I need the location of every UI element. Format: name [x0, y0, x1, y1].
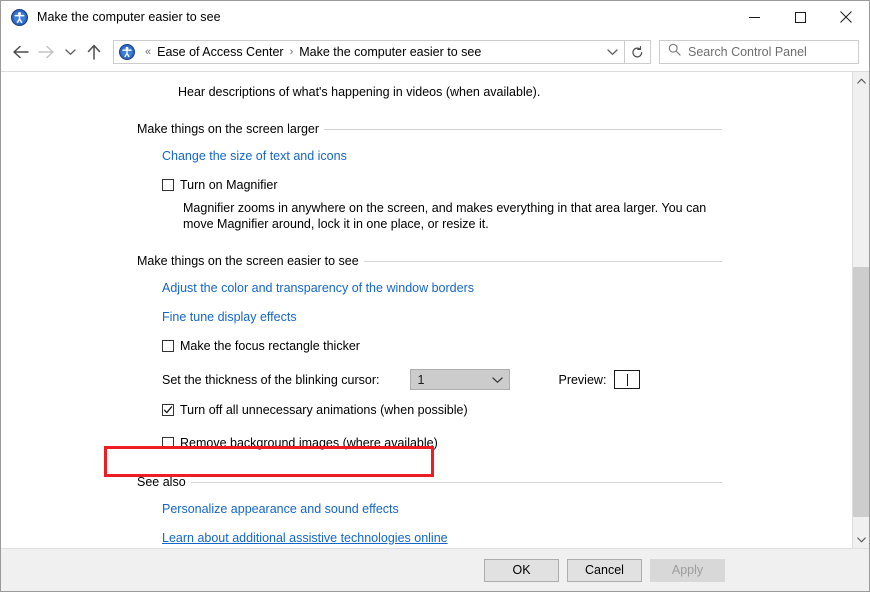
cursor-thickness-label: Set the thickness of the blinking cursor… [162, 372, 380, 387]
refresh-button[interactable] [625, 40, 651, 64]
cursor-preview-box [614, 370, 641, 389]
settings-panel: Hear descriptions of what's happening in… [1, 72, 852, 548]
checkbox-row-turn-on-magnifier[interactable]: Turn on Magnifier [162, 178, 722, 193]
ok-button[interactable]: OK [484, 558, 559, 582]
cursor-preview-label: Preview: [558, 372, 607, 387]
window-title: Make the computer easier to see [37, 10, 221, 24]
cursor-caret [626, 373, 628, 386]
breadcrumb-separator-icon[interactable]: › [285, 46, 299, 58]
up-button[interactable] [81, 37, 107, 67]
section-title: Make things on the screen easier to see [137, 254, 359, 268]
row-blinking-cursor-thickness: Set the thickness of the blinking cursor… [162, 369, 722, 390]
breadcrumb-item-ease-of-access-center[interactable]: Ease of Access Center [156, 45, 284, 59]
row-fine-tune-display-effects: Fine tune display effects [162, 308, 722, 326]
cursor-thickness-dropdown[interactable]: 1 [410, 369, 511, 390]
apply-button[interactable]: Apply [650, 558, 725, 582]
checkbox-label: Turn off all unnecessary animations (whe… [180, 403, 468, 417]
search-icon [668, 43, 681, 61]
checkbox-row-remove-background-images[interactable]: Remove background images (where availabl… [162, 436, 722, 451]
minimize-button[interactable] [731, 1, 777, 33]
audio-description-text: Hear descriptions of what's happening in… [178, 85, 541, 99]
row-learn-assistive-technologies: Learn about additional assistive technol… [162, 529, 722, 547]
vertical-scrollbar[interactable] [852, 72, 869, 548]
row-adjust-color-transparency: Adjust the color and transparency of the… [162, 279, 722, 297]
link-change-the-size-of-text-and-icons[interactable]: Change the size of text and icons [162, 149, 347, 163]
cancel-button[interactable]: Cancel [567, 558, 642, 582]
checkbox-label: Turn on Magnifier [180, 178, 278, 192]
dialog-footer: OK Cancel Apply [1, 548, 869, 591]
row-change-size-of-text: Change the size of text and icons [162, 147, 722, 165]
checkbox-row-turn-off-animations[interactable]: Turn off all unnecessary animations (whe… [162, 403, 722, 418]
section-divider [363, 260, 722, 262]
scroll-up-button[interactable] [853, 72, 870, 89]
address-ease-of-access-icon [119, 44, 135, 60]
checkbox-label: Remove background images (where availabl… [180, 436, 438, 450]
control-panel-window: Make the computer easier to see « Ease o… [0, 0, 870, 592]
breadcrumb-item-make-the-computer-easier-to-see[interactable]: Make the computer easier to see [298, 45, 482, 59]
section-title: See also [137, 475, 186, 489]
section-header: Make things on the screen easier to see [137, 254, 722, 268]
magnifier-description: Magnifier zooms in anywhere on the scree… [183, 201, 707, 231]
recent-locations-button[interactable] [59, 37, 81, 67]
ease-of-access-icon [11, 8, 28, 26]
link-learn-about-additional-assistive-technologies-online[interactable]: Learn about additional assistive technol… [162, 531, 448, 545]
checkbox-make-the-focus-rectangle-thicker[interactable] [162, 340, 174, 352]
search-box[interactable] [659, 40, 859, 64]
content-area: Hear descriptions of what's happening in… [1, 71, 869, 548]
scrollbar-track[interactable] [852, 89, 869, 531]
section-make-things-easier-to-see: Make things on the screen easier to see … [104, 254, 722, 477]
forward-button[interactable] [33, 37, 59, 67]
row-personalize-appearance: Personalize appearance and sound effects [162, 500, 722, 518]
checkbox-turn-off-all-unnecessary-animations[interactable] [162, 404, 174, 416]
close-button[interactable] [823, 1, 869, 33]
checkbox-remove-background-images[interactable] [162, 437, 174, 449]
section-header: Make things on the screen larger [137, 122, 722, 136]
checkbox-turn-on-magnifier[interactable] [162, 179, 174, 191]
section-see-also: See also Personalize appearance and soun… [137, 475, 722, 547]
chevron-down-icon [492, 371, 504, 389]
link-fine-tune-display-effects[interactable]: Fine tune display effects [162, 310, 297, 324]
checkbox-row-make-focus-rectangle-thicker[interactable]: Make the focus rectangle thicker [162, 339, 722, 354]
cursor-thickness-value: 1 [417, 372, 425, 387]
section-divider [324, 128, 722, 130]
scrollbar-thumb[interactable] [852, 267, 869, 517]
navigation-bar: « Ease of Access Center › Make the compu… [1, 33, 869, 71]
window-controls [731, 1, 869, 33]
back-button[interactable] [7, 37, 33, 67]
chevron-down-icon[interactable] [600, 41, 624, 63]
search-input[interactable] [688, 45, 858, 59]
title-bar: Make the computer easier to see [1, 1, 869, 33]
scroll-down-button[interactable] [853, 531, 870, 548]
section-header: See also [137, 475, 722, 489]
checkbox-label: Make the focus rectangle thicker [180, 339, 360, 353]
link-personalize-appearance-and-sound-effects[interactable]: Personalize appearance and sound effects [162, 502, 399, 516]
address-bar[interactable]: « Ease of Access Center › Make the compu… [113, 40, 625, 64]
section-divider [190, 481, 722, 483]
section-make-things-larger: Make things on the screen larger Change … [137, 122, 722, 232]
breadcrumb-overflow-icon[interactable]: « [140, 46, 156, 58]
section-title: Make things on the screen larger [137, 122, 320, 136]
maximize-button[interactable] [777, 1, 823, 33]
highlighted-option-wrapper: Remove background images (where availabl… [104, 436, 722, 477]
link-adjust-the-color-and-transparency-of-the-window-borders[interactable]: Adjust the color and transparency of the… [162, 281, 474, 295]
